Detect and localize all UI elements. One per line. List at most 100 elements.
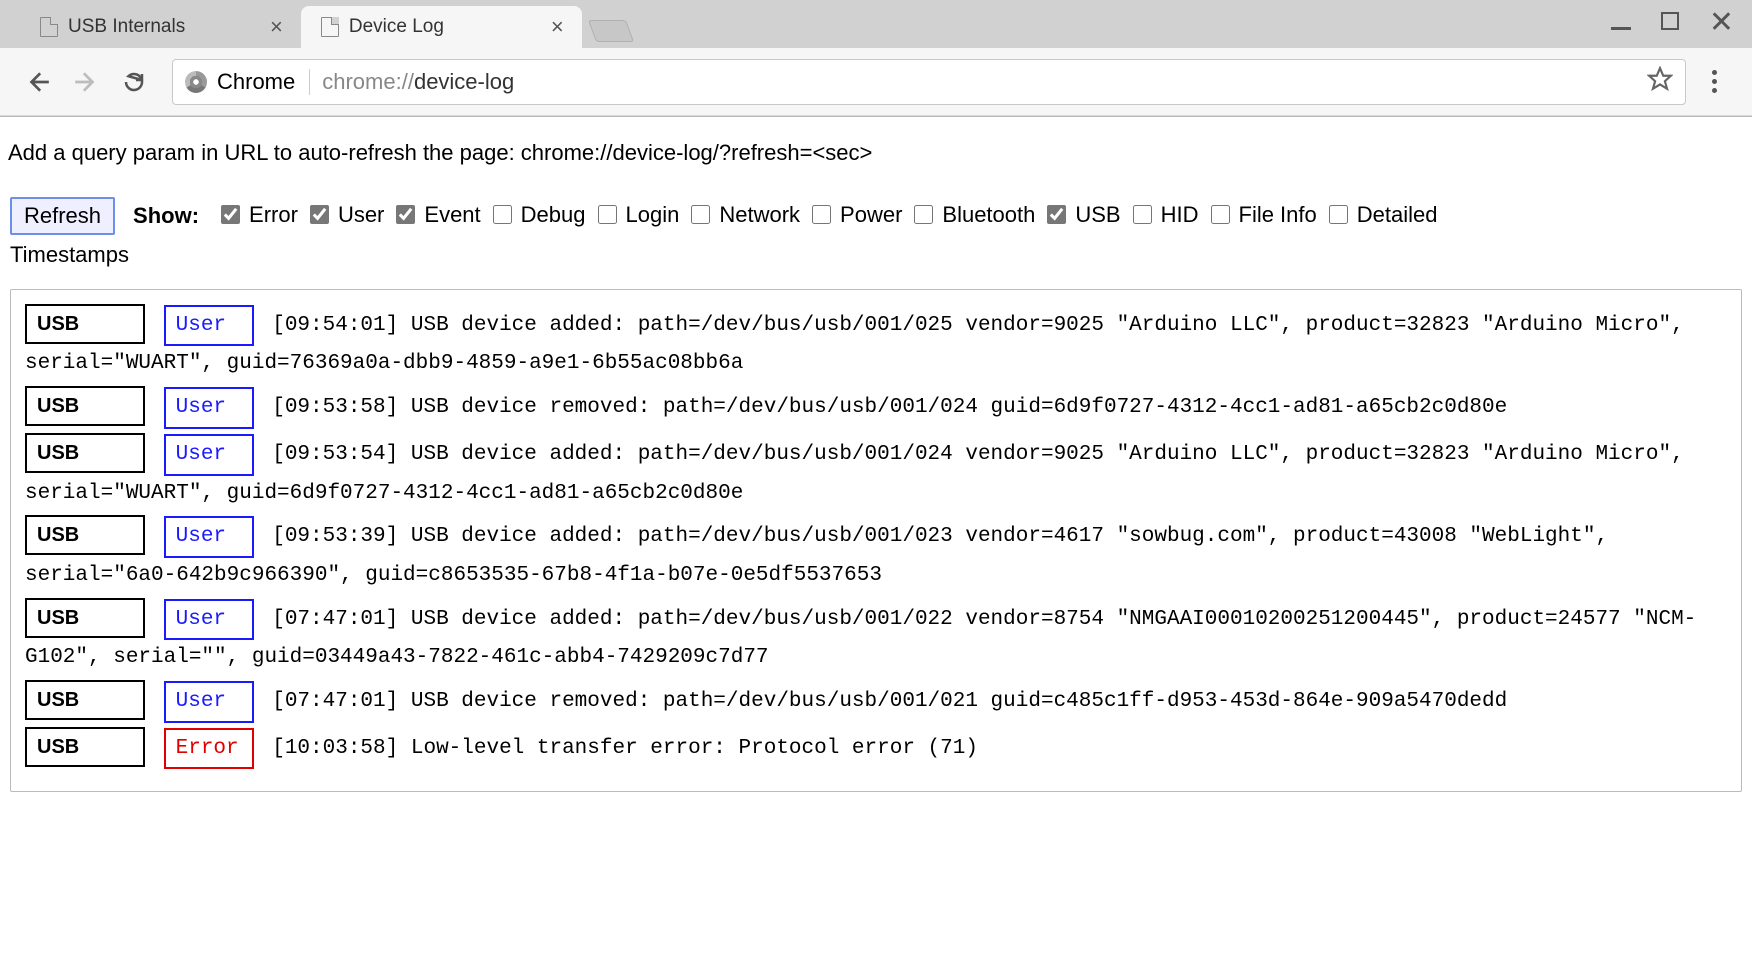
filter-label: Bluetooth (942, 199, 1035, 231)
log-message: Low-level transfer error: Protocol error… (411, 737, 978, 760)
log-level-tag: User (164, 387, 254, 429)
filter-label: File Info (1239, 199, 1317, 231)
tab-device-log[interactable]: Device Log × (301, 6, 582, 48)
log-level-tag: User (164, 681, 254, 723)
filter-checkbox-user[interactable] (310, 205, 329, 224)
tab-title: Device Log (349, 16, 539, 38)
page-icon (40, 17, 58, 37)
log-entry: USB User [09:54:01] USB device added: pa… (25, 304, 1727, 382)
log-level-tag: User (164, 434, 254, 476)
filter-login[interactable]: Login (594, 199, 680, 231)
tab-close-icon[interactable]: × (268, 14, 285, 40)
log-level-tag: User (164, 305, 254, 347)
filter-label: USB (1075, 199, 1120, 231)
refresh-button[interactable]: Refresh (10, 197, 115, 235)
omnibox-url: chrome://device-log (322, 69, 514, 95)
browser-toolbar: Chrome chrome://device-log (0, 48, 1752, 116)
log-timestamp: [07:47:01] (272, 608, 398, 631)
filter-checkbox-file-info[interactable] (1211, 205, 1230, 224)
filter-bluetooth[interactable]: Bluetooth (910, 199, 1035, 231)
log-level-tag: User (164, 516, 254, 558)
timestamps-label: Timestamps (6, 239, 1746, 271)
tab-title: USB Internals (68, 16, 258, 38)
controls-row: Refresh Show: Error User Event Debug Login Ne… (6, 197, 1746, 235)
filter-checkbox-debug[interactable] (493, 205, 512, 224)
omnibox[interactable]: Chrome chrome://device-log (172, 59, 1686, 105)
log-type-tag: USB (25, 386, 145, 426)
filter-checkbox-error[interactable] (221, 205, 240, 224)
filter-checkbox-power[interactable] (812, 205, 831, 224)
log-timestamp: [09:53:58] (272, 396, 398, 419)
log-message: USB device removed: path=/dev/bus/usb/00… (411, 690, 1507, 713)
log-type-tag: USB (25, 680, 145, 720)
filter-label: Login (626, 199, 680, 231)
log-type-tag: USB (25, 727, 145, 767)
filter-checkbox-network[interactable] (691, 205, 710, 224)
log-message: USB device added: path=/dev/bus/usb/001/… (25, 525, 1608, 587)
filter-checkbox-bluetooth[interactable] (914, 205, 933, 224)
show-label: Show: (133, 200, 199, 232)
filter-user[interactable]: User (306, 199, 384, 231)
filter-detailed[interactable]: Detailed (1325, 199, 1438, 231)
log-entry: USB User [09:53:39] USB device added: pa… (25, 515, 1727, 593)
log-timestamp: [10:03:58] (272, 737, 398, 760)
log-level-tag: Error (164, 728, 254, 770)
filter-checkbox-usb[interactable] (1047, 205, 1066, 224)
maximize-button[interactable] (1661, 11, 1679, 35)
log-timestamp: [09:53:39] (272, 525, 398, 548)
filter-debug[interactable]: Debug (489, 199, 586, 231)
filter-event[interactable]: Event (392, 199, 480, 231)
log-type-tag: USB (25, 304, 145, 344)
tab-close-icon[interactable]: × (549, 14, 566, 40)
filter-label: Debug (521, 199, 586, 231)
log-message: USB device removed: path=/dev/bus/usb/00… (411, 396, 1507, 419)
log-entry: USB User [09:53:58] USB device removed: … (25, 386, 1727, 429)
filter-checkbox-hid[interactable] (1133, 205, 1152, 224)
close-window-button[interactable]: ✕ (1709, 8, 1734, 38)
filter-label: HID (1161, 199, 1199, 231)
filter-power[interactable]: Power (808, 199, 902, 231)
log-entry: USB Error [10:03:58] Low-level transfer … (25, 727, 1727, 770)
new-tab-button[interactable] (588, 20, 634, 42)
filter-label: Network (719, 199, 800, 231)
tab-strip: USB Internals × Device Log × ✕ (0, 0, 1752, 48)
window-controls: ✕ (1611, 8, 1734, 38)
browser-chrome: USB Internals × Device Log × ✕ Chrome chrom… (0, 0, 1752, 117)
log-level-tag: User (164, 599, 254, 641)
log-type-tag: USB (25, 598, 145, 638)
filter-network[interactable]: Network (687, 199, 800, 231)
log-box: USB User [09:54:01] USB device added: pa… (10, 289, 1742, 793)
bookmark-star-icon[interactable] (1647, 66, 1673, 98)
tab-usb-internals[interactable]: USB Internals × (20, 6, 301, 48)
back-button[interactable] (18, 62, 58, 102)
filter-error[interactable]: Error (217, 199, 298, 231)
reload-button[interactable] (114, 62, 154, 102)
minimize-button[interactable] (1611, 11, 1631, 35)
filter-hid[interactable]: HID (1129, 199, 1199, 231)
log-entry: USB User [07:47:01] USB device added: pa… (25, 598, 1727, 676)
omnibox-origin: Chrome (185, 69, 310, 95)
forward-button[interactable] (66, 62, 106, 102)
filter-label: Detailed (1357, 199, 1438, 231)
chrome-icon (185, 71, 207, 93)
log-timestamp: [09:53:54] (272, 443, 398, 466)
filter-label: User (338, 199, 384, 231)
filter-usb[interactable]: USB (1043, 199, 1120, 231)
log-timestamp: [07:47:01] (272, 690, 398, 713)
filter-checkbox-event[interactable] (396, 205, 415, 224)
filter-checkbox-detailed[interactable] (1329, 205, 1348, 224)
filter-label: Event (424, 199, 480, 231)
log-type-tag: USB (25, 433, 145, 473)
filter-label: Power (840, 199, 902, 231)
filter-checkbox-login[interactable] (598, 205, 617, 224)
auto-refresh-hint: Add a query param in URL to auto-refresh… (6, 137, 1746, 169)
browser-menu-button[interactable] (1694, 66, 1734, 97)
log-entry: USB User [07:47:01] USB device removed: … (25, 680, 1727, 723)
filter-file-info[interactable]: File Info (1207, 199, 1317, 231)
filter-label: Error (249, 199, 298, 231)
log-entry: USB User [09:53:54] USB device added: pa… (25, 433, 1727, 511)
page-icon (321, 17, 339, 37)
log-type-tag: USB (25, 515, 145, 555)
log-timestamp: [09:54:01] (272, 314, 398, 337)
page-content: Add a query param in URL to auto-refresh… (0, 117, 1752, 802)
